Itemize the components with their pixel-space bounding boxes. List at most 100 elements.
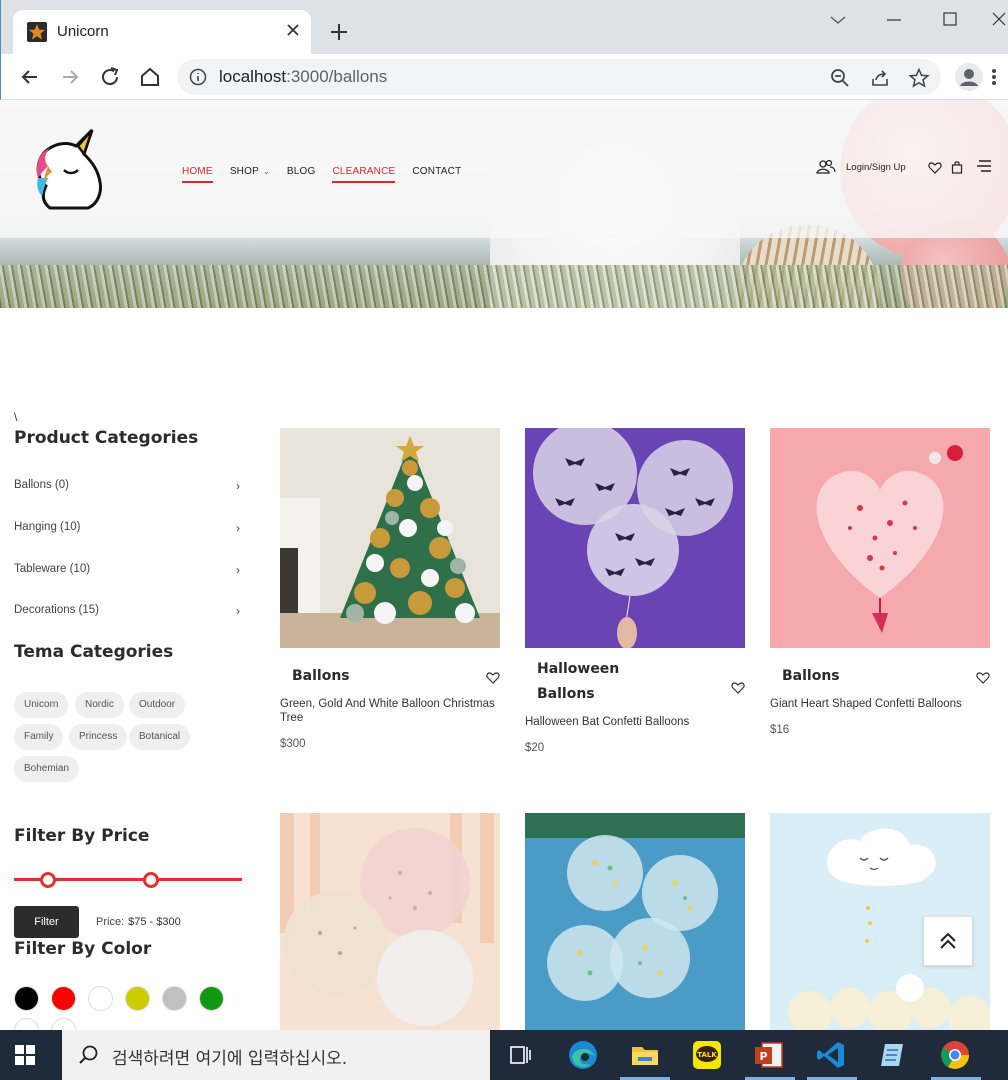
filter-by-price-heading: Filter By Price: [14, 826, 150, 846]
tag-botanical[interactable]: Botanical: [129, 724, 191, 750]
star-favicon-icon: [27, 22, 47, 42]
profile-avatar-icon[interactable]: [955, 63, 983, 91]
browser-tab-strip: Unicorn: [0, 0, 1008, 54]
notepad-icon[interactable]: [876, 1038, 910, 1072]
filter-button[interactable]: Filter: [14, 906, 79, 938]
chevron-right-icon: ›: [236, 604, 240, 618]
home-icon[interactable]: [137, 64, 163, 90]
chrome-icon[interactable]: [938, 1038, 972, 1072]
price-range-slider[interactable]: [14, 872, 242, 888]
category-item[interactable]: Decorations (15) ›: [14, 604, 240, 622]
zoom-out-icon[interactable]: [829, 67, 851, 89]
tag-bohemian[interactable]: Bohemian: [14, 756, 80, 782]
tag-unicorn[interactable]: Unicorn: [14, 692, 69, 718]
login-signup-link[interactable]: Login/Sign Up: [846, 162, 906, 173]
chevron-right-icon: ›: [236, 479, 240, 493]
nav-home[interactable]: HOME: [182, 166, 213, 183]
chevron-up-double-icon: [940, 932, 956, 949]
category-item[interactable]: Ballons (0) ›: [14, 479, 240, 497]
color-swatch[interactable]: [162, 986, 187, 1011]
close-icon[interactable]: [283, 20, 303, 40]
color-swatch[interactable]: [14, 986, 39, 1011]
color-swatch[interactable]: [199, 986, 224, 1011]
nav-blog[interactable]: BLOG: [287, 166, 316, 183]
hamburger-menu-icon[interactable]: [976, 158, 994, 176]
color-swatch[interactable]: [88, 986, 113, 1011]
browser-tab[interactable]: Unicorn: [13, 10, 311, 54]
color-swatch[interactable]: [51, 986, 76, 1011]
tab-title: Unicorn: [57, 23, 109, 40]
nav-contact-label: CONTACT: [412, 166, 462, 177]
category-label: Tableware (10): [14, 563, 91, 575]
product-name[interactable]: Giant Heart Shaped Confetti Balloons: [770, 697, 988, 711]
wishlist-heart-icon[interactable]: [928, 160, 946, 178]
nav-home-label: HOME: [182, 166, 213, 177]
vscode-icon[interactable]: [814, 1038, 848, 1072]
product-price: $300: [280, 738, 306, 750]
window-close-icon[interactable]: [987, 8, 1008, 32]
heart-icon[interactable]: [486, 670, 500, 684]
product-image[interactable]: [770, 428, 990, 648]
scroll-to-top-button[interactable]: [923, 916, 973, 966]
edge-browser-icon[interactable]: [566, 1038, 600, 1072]
nav-shop[interactable]: SHOP ⌄: [230, 166, 270, 183]
product-categories-heading: Product Categories: [14, 428, 199, 448]
tag-nordic[interactable]: Nordic: [75, 692, 124, 718]
filter-by-color-heading: Filter By Color: [14, 939, 152, 959]
minimize-icon[interactable]: [879, 8, 909, 32]
slider-max-handle[interactable]: [142, 872, 159, 888]
product-name[interactable]: Green, Gold And White Balloon Christmas …: [280, 697, 498, 725]
tag-princess[interactable]: Princess: [69, 724, 128, 750]
category-item[interactable]: Hanging (10) ›: [14, 521, 240, 539]
product-title[interactable]: Ballons: [292, 664, 422, 689]
screen: { "browser": { "tab_title": "Unicorn", "…: [0, 0, 1008, 1080]
category-label: Hanging (10): [14, 521, 81, 533]
product-image[interactable]: [525, 813, 745, 1030]
info-icon[interactable]: [189, 68, 207, 86]
tab-search-icon[interactable]: [823, 8, 853, 32]
tag-outdoor[interactable]: Outdoor: [129, 692, 186, 718]
nav-clearance[interactable]: CLEARANCE: [332, 166, 396, 183]
bookmark-star-icon[interactable]: [908, 67, 930, 89]
chevron-right-icon: ›: [236, 521, 240, 535]
nav-blog-label: BLOG: [286, 166, 316, 177]
kakaotalk-icon[interactable]: TALK: [690, 1038, 724, 1072]
tema-categories-heading: Tema Categories: [14, 642, 174, 662]
browser-menu-icon[interactable]: [987, 64, 1008, 90]
address-bar[interactable]: localhost:3000/ballons: [177, 59, 941, 95]
share-icon[interactable]: [869, 67, 891, 89]
reload-icon[interactable]: [97, 64, 123, 90]
heart-icon[interactable]: [731, 680, 745, 694]
product-image[interactable]: [280, 428, 500, 648]
taskbar-search-placeholder: 검색하려면 여기에 입력하십시오.: [112, 1049, 348, 1069]
slider-min-handle[interactable]: [40, 872, 57, 888]
tag-family[interactable]: Family: [14, 724, 64, 750]
unicorn-logo[interactable]: [28, 126, 104, 214]
powerpoint-icon[interactable]: P: [752, 1038, 786, 1072]
color-swatch[interactable]: [125, 986, 150, 1011]
users-icon[interactable]: [816, 158, 836, 176]
maximize-icon[interactable]: [935, 8, 965, 32]
heart-icon[interactable]: [976, 670, 990, 684]
windows-start-icon[interactable]: [14, 1044, 36, 1066]
search-icon: [78, 1044, 100, 1066]
forward-arrow-icon[interactable]: [57, 64, 83, 90]
file-explorer-icon[interactable]: [628, 1038, 662, 1072]
product-name[interactable]: Halloween Bat Confetti Balloons: [525, 715, 743, 729]
product-title[interactable]: Halloween Ballons: [537, 657, 667, 707]
main-navigation: HOME SHOP ⌄ BLOG CLEARANCE CONTACT: [182, 166, 478, 183]
product-image[interactable]: [525, 428, 745, 648]
category-item[interactable]: Tableware (10) ›: [14, 563, 240, 581]
product-title[interactable]: Ballons: [782, 664, 912, 689]
nav-contact[interactable]: CONTACT: [412, 166, 461, 183]
task-view-icon[interactable]: [504, 1038, 538, 1072]
back-arrow-icon[interactable]: [17, 64, 43, 90]
hero-banner: HOME SHOP ⌄ BLOG CLEARANCE CONTACT Login/…: [0, 100, 1008, 308]
product-price: $16: [770, 724, 790, 736]
new-tab-icon[interactable]: [327, 20, 351, 44]
product-image[interactable]: [280, 813, 500, 1030]
url-host: localhost: [219, 67, 287, 86]
taskbar-search-box[interactable]: 검색하려면 여기에 입력하십시오.: [62, 1030, 490, 1080]
browser-toolbar: localhost:3000/ballons: [0, 54, 1008, 100]
shopping-bag-icon[interactable]: [950, 159, 968, 177]
